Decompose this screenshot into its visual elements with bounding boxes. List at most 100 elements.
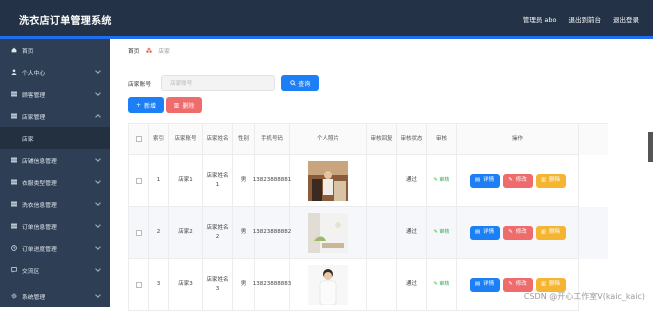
- cell-phone: 13823888882: [253, 207, 291, 259]
- chevron-down-icon: [95, 178, 101, 184]
- header-gender-label: 性别: [237, 135, 249, 142]
- edit-button[interactable]: ✎ 修改: [502, 277, 533, 292]
- app-title: 洗衣店订单管理系统: [19, 16, 112, 27]
- delete-button-label: 删除: [549, 281, 561, 287]
- delete-button[interactable]: ▥ 删除: [535, 173, 566, 188]
- table-row: 1 店家1 店家姓名1 男 13823888881 通过 ✎ 审核 ▤ 详情 ✎ 修…: [129, 155, 608, 207]
- delete-button-label: 删除: [182, 102, 195, 110]
- edit-button[interactable]: ✎ 修改: [502, 173, 533, 188]
- sidebar-item-shop-info[interactable]: 店铺信息管理: [0, 149, 110, 171]
- edit-icon: ✎: [508, 229, 513, 235]
- cell-gender: 男: [233, 207, 255, 259]
- gear-icon: [11, 293, 17, 299]
- chevron-down-icon: [95, 222, 101, 228]
- cell-phone: 13823888881: [253, 155, 291, 207]
- header-actions: 操作: [457, 124, 579, 155]
- profile-photo[interactable]: [308, 160, 348, 201]
- sidebar: 首页 个人中心 顾客管理 店家管理 店家 店铺信息管理 衣服类型管理 洗衣信息管…: [0, 39, 110, 307]
- header-audit-label: 审核: [435, 135, 447, 142]
- batch-delete-button[interactable]: ▥ 删除: [166, 97, 202, 113]
- cell-name: 店家姓名3: [203, 259, 233, 311]
- sidebar-subitem-shop[interactable]: 店家: [0, 127, 110, 149]
- user-label: 管理员 abo: [522, 16, 557, 24]
- header-reply[interactable]: 审核回复: [367, 124, 397, 155]
- grid-icon: [11, 91, 17, 97]
- cell-reply: [367, 155, 397, 207]
- search-button-label: 查询: [298, 80, 311, 88]
- chat-icon: [11, 267, 17, 273]
- sidebar-item-clothes-type[interactable]: 衣服类型管理: [0, 171, 110, 193]
- chevron-up-icon: [95, 114, 101, 120]
- header-photo[interactable]: 个人照片: [290, 124, 367, 155]
- header-audit[interactable]: 审核: [427, 124, 457, 155]
- cell-account: 店家2: [169, 207, 203, 259]
- goto-frontend-link[interactable]: 退出到前台: [569, 14, 602, 24]
- cell-account: 店家1: [169, 155, 203, 207]
- cell-index: 3: [149, 259, 169, 311]
- header-phone[interactable]: 手机号码: [255, 124, 290, 155]
- cell-actions: ▤ 详情 ✎ 修改 ▥ 删除: [457, 155, 579, 207]
- edit-button[interactable]: ✎ 修改: [502, 225, 533, 240]
- sidebar-item-personal[interactable]: 个人中心: [0, 61, 110, 83]
- row-checkbox[interactable]: [135, 229, 142, 236]
- grid-icon: [11, 201, 17, 207]
- header-account[interactable]: 店家账号: [169, 124, 203, 155]
- sidebar-item-shops[interactable]: 店家管理: [0, 105, 110, 127]
- delete-button-label: 删除: [549, 229, 561, 235]
- profile-photo[interactable]: [308, 212, 348, 253]
- sidebar-item-label: 交流区: [22, 268, 40, 275]
- audit-link[interactable]: ✎ 审核: [434, 176, 450, 185]
- detail-icon: ▤: [474, 229, 481, 235]
- sidebar-item-label: 店铺信息管理: [22, 158, 57, 165]
- header-photo-label: 个人照片: [316, 135, 339, 142]
- sidebar-item-order-info[interactable]: 订单信息管理: [0, 215, 110, 237]
- sidebar-item-label: 系统管理: [22, 294, 46, 301]
- action-toolbar: + 新增 ▥ 删除: [128, 97, 202, 113]
- detail-button-label: 详情: [483, 177, 495, 183]
- page-scrollbar[interactable]: [648, 132, 653, 162]
- cell-gender: 男: [233, 155, 255, 207]
- sidebar-item-label: 洗衣信息管理: [22, 202, 57, 209]
- breadcrumb-home[interactable]: 首页: [128, 46, 140, 55]
- detail-button[interactable]: ▤ 详情: [469, 277, 500, 292]
- delete-button[interactable]: ▥ 删除: [535, 277, 566, 292]
- audit-link[interactable]: ✎ 审核: [434, 280, 450, 289]
- detail-icon: ▤: [474, 177, 481, 183]
- header-status[interactable]: 审核状态: [397, 124, 427, 155]
- add-button[interactable]: + 新增: [128, 97, 164, 113]
- cell-reply: [367, 259, 397, 311]
- sidebar-item-home[interactable]: 首页: [0, 39, 110, 61]
- sidebar-item-label: 订单进度管理: [22, 246, 57, 253]
- search-placeholder: 店家账号: [170, 81, 193, 87]
- user-icon: [11, 69, 17, 75]
- cell-photo: [290, 259, 367, 311]
- detail-icon: ▤: [474, 281, 481, 287]
- home-icon: [11, 47, 17, 53]
- trash-icon: ▥: [540, 229, 547, 235]
- sidebar-item-order-progress[interactable]: 订单进度管理: [0, 237, 110, 259]
- header-gender[interactable]: 性别: [233, 124, 255, 155]
- audit-link[interactable]: ✎ 审核: [434, 228, 450, 237]
- sidebar-item-label: 顾客管理: [22, 92, 46, 99]
- row-checkbox[interactable]: [135, 281, 142, 288]
- logout-link[interactable]: 退出登录: [613, 14, 639, 24]
- top-header: 洗衣店订单管理系统 管理员 abo 退出到前台 退出登录: [0, 0, 653, 36]
- detail-button[interactable]: ▤ 详情: [469, 173, 500, 188]
- grid-icon: [11, 179, 17, 185]
- search-input[interactable]: 店家账号: [161, 75, 276, 91]
- search-button[interactable]: 查询: [281, 75, 320, 91]
- sidebar-item-laundry-info[interactable]: 洗衣信息管理: [0, 193, 110, 215]
- sidebar-item-forum[interactable]: 交流区: [0, 259, 110, 281]
- select-all-checkbox[interactable]: [135, 136, 142, 142]
- sidebar-item-label: 首页: [22, 48, 34, 55]
- row-checkbox[interactable]: [135, 177, 142, 184]
- sidebar-item-system[interactable]: 系统管理: [0, 285, 110, 307]
- chevron-down-icon: [95, 292, 101, 298]
- sidebar-item-customers[interactable]: 顾客管理: [0, 83, 110, 105]
- audit-link-label: 审核: [439, 281, 450, 287]
- cell-actions: ▤ 详情 ✎ 修改 ▥ 删除: [457, 207, 579, 259]
- detail-button[interactable]: ▤ 详情: [469, 225, 500, 240]
- profile-photo[interactable]: [308, 264, 348, 305]
- header-name[interactable]: 店家姓名: [203, 124, 233, 155]
- delete-button[interactable]: ▥ 删除: [535, 225, 566, 240]
